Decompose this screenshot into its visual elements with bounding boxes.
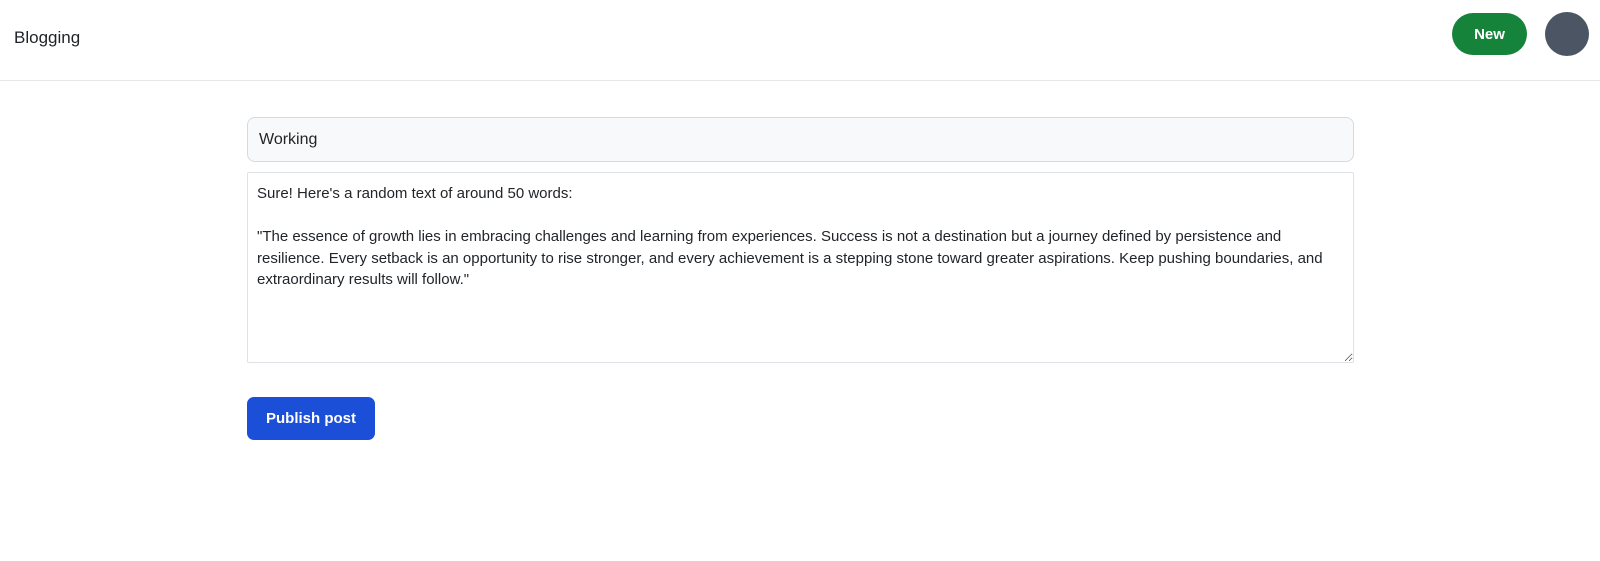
brand-link[interactable]: Blogging: [14, 27, 80, 49]
post-title-input[interactable]: [247, 117, 1354, 162]
new-post-button[interactable]: New: [1452, 13, 1527, 55]
top-navbar: Blogging New: [0, 0, 1600, 81]
publish-post-button[interactable]: Publish post: [247, 397, 375, 440]
post-editor: Sure! Here's a random text of around 50 …: [247, 117, 1354, 363]
post-body-textarea[interactable]: Sure! Here's a random text of around 50 …: [247, 172, 1354, 363]
user-avatar[interactable]: [1545, 12, 1589, 56]
